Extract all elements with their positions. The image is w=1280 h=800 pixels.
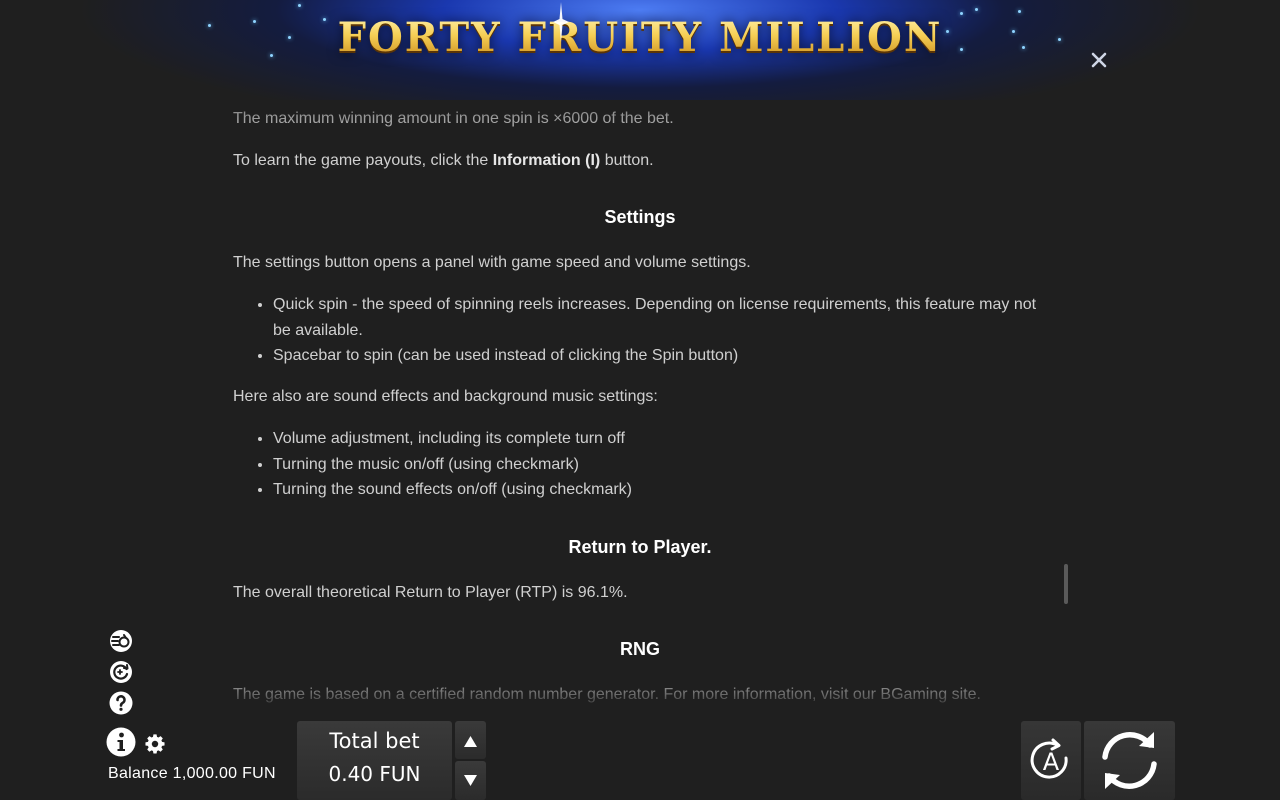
close-icon xyxy=(1091,52,1107,68)
triangle-down-icon xyxy=(464,775,477,786)
help-icon xyxy=(109,691,133,715)
sound-intro: Here also are sound effects and backgrou… xyxy=(233,388,658,405)
list-item: Volume adjustment, including its complet… xyxy=(273,426,1043,452)
payouts-text-post: button. xyxy=(600,152,654,169)
total-bet-value: 0.40 FUN xyxy=(328,762,421,786)
star-decoration xyxy=(975,8,978,11)
list-item: Spacebar to spin (can be used instead of… xyxy=(273,343,1043,369)
balance-label: Balance 1,000.00 FUN xyxy=(108,765,276,782)
rtp-heading: Return to Player. xyxy=(568,537,712,557)
game-rules-screen: FORTY FRUITY MILLION The maximum winning… xyxy=(0,0,1280,800)
spin-arrows-icon xyxy=(1102,732,1157,789)
help-button[interactable] xyxy=(109,691,133,715)
autoplay-history-icon xyxy=(110,661,132,683)
sparkle-icon xyxy=(553,2,569,42)
rtp-text: The overall theoretical Return to Player… xyxy=(233,584,628,601)
total-bet-panel: Total bet 0.40 FUN xyxy=(297,721,452,800)
information-reference: Information (I) xyxy=(492,152,601,169)
star-decoration xyxy=(1018,10,1021,13)
star-decoration xyxy=(298,4,301,7)
settings-bullet-list: Quick spin - the speed of spinning reels… xyxy=(233,292,1043,369)
triangle-up-icon xyxy=(464,736,477,747)
rng-heading: RNG xyxy=(620,639,660,659)
settings-intro: The settings button opens a panel with g… xyxy=(233,254,751,271)
max-win-text: The maximum winning amount in one spin i… xyxy=(233,110,674,127)
sound-bullet-list: Volume adjustment, including its complet… xyxy=(233,426,1043,503)
gear-icon xyxy=(145,734,165,754)
info-button[interactable] xyxy=(106,727,136,757)
decrease-bet-button[interactable] xyxy=(455,761,486,800)
quick-spin-icon xyxy=(110,630,132,652)
rules-content[interactable]: The maximum winning amount in one spin i… xyxy=(233,100,1043,710)
scrollbar-thumb[interactable] xyxy=(1064,564,1068,604)
autoplay-history-button[interactable] xyxy=(109,660,133,684)
autoplay-label: A xyxy=(1042,748,1060,776)
spin-button[interactable] xyxy=(1084,721,1175,800)
close-button[interactable] xyxy=(1088,49,1110,71)
rng-text: The game is based on a certified random … xyxy=(233,686,981,703)
list-item: Turning the music on/off (using checkmar… xyxy=(273,452,1043,478)
payouts-text-pre: To learn the game payouts, click the xyxy=(233,152,493,169)
list-item: Quick spin - the speed of spinning reels… xyxy=(273,292,1043,343)
payouts-text: To learn the game payouts, click the Inf… xyxy=(233,148,654,173)
total-bet-label: Total bet xyxy=(329,729,420,753)
settings-button[interactable] xyxy=(144,733,166,755)
quick-spin-button[interactable] xyxy=(109,629,133,653)
settings-heading: Settings xyxy=(604,207,676,227)
info-icon xyxy=(106,727,136,757)
increase-bet-button[interactable] xyxy=(455,721,486,759)
list-item: Turning the sound effects on/off (using … xyxy=(273,477,1043,503)
header-banner: FORTY FRUITY MILLION xyxy=(0,0,1280,100)
autoplay-button[interactable]: A xyxy=(1021,721,1081,800)
